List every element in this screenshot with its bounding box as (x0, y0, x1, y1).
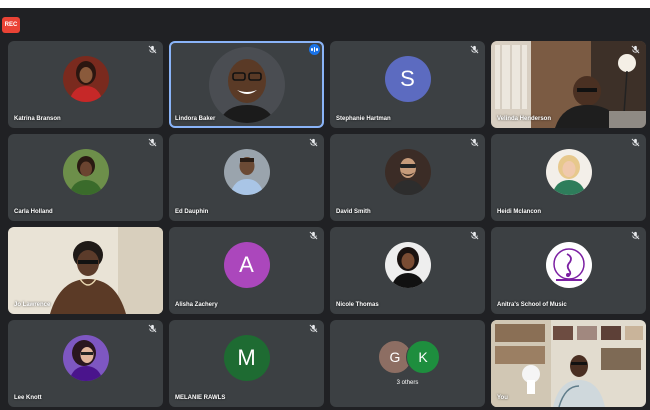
avatar (384, 242, 431, 289)
letter-avatar: S (384, 56, 431, 103)
participant-name: Stephanie Hartman (336, 116, 391, 122)
participant-name: Carla Holland (14, 209, 53, 215)
avatar (62, 335, 109, 382)
participant-tile[interactable]: A Alisha Zachery (169, 227, 324, 314)
participant-tile[interactable]: Anitra's School of Music (491, 227, 646, 314)
participant-tile[interactable]: M MELANIE RAWLS (169, 320, 324, 407)
self-name: You (497, 395, 508, 401)
recording-badge: REC (2, 17, 20, 33)
participant-name: David Smith (336, 209, 371, 215)
mic-off-icon (631, 138, 640, 147)
participant-tile[interactable]: Heidi Mclancon (491, 134, 646, 221)
letter-avatar: K (406, 340, 440, 374)
mic-off-icon (470, 231, 479, 240)
others-tile[interactable]: G K 3 others (330, 320, 485, 407)
mic-off-icon (309, 231, 318, 240)
participant-tile[interactable]: Nicole Thomas (330, 227, 485, 314)
mic-off-icon (470, 138, 479, 147)
avatar (384, 149, 431, 196)
participant-grid: Katrina Branson Lindora Baker S Stephani… (8, 41, 646, 407)
participant-name: Anitra's School of Music (497, 302, 567, 308)
mic-off-icon (631, 45, 640, 54)
avatar (62, 149, 109, 196)
participant-video (8, 227, 163, 314)
letter-avatar: M (223, 335, 270, 382)
letter-avatar: A (223, 242, 270, 289)
meet-window: REC Katrina Branson Lindora Baker S Step… (0, 8, 650, 410)
self-video (491, 320, 646, 407)
participant-tile-video[interactable]: Jo Lawrence (8, 227, 163, 314)
participant-tile-video[interactable]: Velinda Henderson (491, 41, 646, 128)
self-video-tile[interactable]: You (491, 320, 646, 407)
participant-tile[interactable]: Katrina Branson (8, 41, 163, 128)
participant-name: Lindora Baker (175, 116, 216, 122)
mic-off-icon (148, 138, 157, 147)
participant-name: Velinda Henderson (497, 116, 552, 122)
participant-tile[interactable]: Ed Dauphin (169, 134, 324, 221)
participant-tile[interactable]: S Stephanie Hartman (330, 41, 485, 128)
avatar (208, 46, 285, 123)
participant-tile[interactable]: Lee Knott (8, 320, 163, 407)
others-avatars: G K (330, 340, 485, 374)
mic-off-icon (148, 324, 157, 333)
participant-name: Jo Lawrence (14, 302, 51, 308)
mic-off-icon (631, 231, 640, 240)
mic-off-icon (309, 138, 318, 147)
avatar (223, 149, 270, 196)
speaking-indicator-icon (309, 44, 320, 55)
mic-off-icon (470, 45, 479, 54)
others-count: 3 others (396, 380, 419, 386)
participant-tile-active-speaker[interactable]: Lindora Baker (169, 41, 324, 128)
participant-name: Alisha Zachery (175, 302, 218, 308)
participant-name: Nicole Thomas (336, 302, 379, 308)
participant-name: Lee Knott (14, 395, 42, 401)
participant-video (491, 41, 646, 128)
participant-name: Heidi Mclancon (497, 209, 542, 215)
participant-name: Ed Dauphin (175, 209, 209, 215)
avatar (545, 149, 592, 196)
mic-off-icon (148, 45, 157, 54)
music-school-logo (545, 242, 592, 289)
participant-name: MELANIE RAWLS (175, 395, 226, 401)
participant-name: Katrina Branson (14, 116, 61, 122)
participant-tile[interactable]: Carla Holland (8, 134, 163, 221)
avatar (62, 56, 109, 103)
participant-tile[interactable]: David Smith (330, 134, 485, 221)
mic-off-icon (309, 324, 318, 333)
